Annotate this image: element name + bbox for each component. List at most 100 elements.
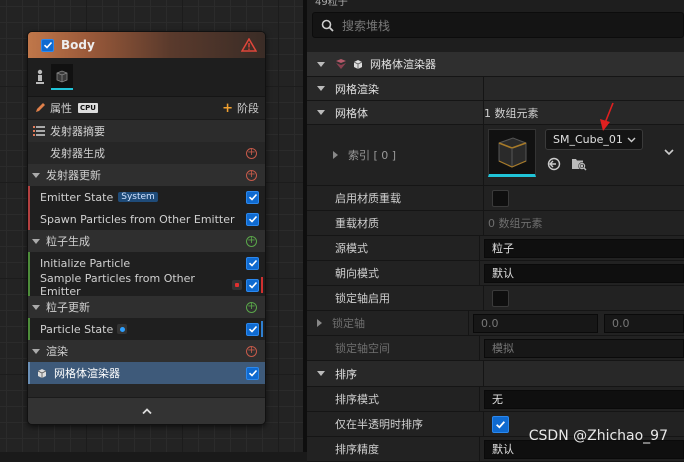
renderer-icon: [336, 59, 346, 69]
expand-icon[interactable]: [317, 319, 322, 327]
collapse-icon[interactable]: [32, 348, 40, 354]
emitter-enabled-checkbox[interactable]: [41, 38, 54, 52]
dropdown-value: 默认: [492, 443, 514, 456]
sorting-section[interactable]: 排序: [307, 361, 684, 387]
collapse-icon[interactable]: [317, 371, 325, 376]
emitter-properties-icon[interactable]: [35, 69, 45, 85]
property-label: 启用材质重载: [335, 192, 401, 205]
enable-override-checkbox[interactable]: [492, 189, 509, 207]
system-badge: System: [118, 192, 158, 202]
particle-spawn-label: 粒子生成: [46, 235, 90, 248]
module-emitter-state[interactable]: Emitter State System: [28, 186, 265, 208]
collapse-icon[interactable]: [32, 238, 40, 244]
module-enabled-checkbox[interactable]: [246, 212, 259, 226]
cube-icon: [353, 60, 363, 69]
collapse-icon[interactable]: [317, 61, 325, 67]
list-icon: [33, 126, 45, 136]
emitter-summary-row[interactable]: 发射器摘要: [28, 120, 265, 142]
module-mesh-renderer[interactable]: 网格体渲染器: [28, 362, 265, 384]
browse-asset-icon[interactable]: [571, 157, 587, 171]
properties-row[interactable]: 属性 CPU + 阶段: [28, 97, 265, 120]
add-stage-button[interactable]: + 阶段: [222, 100, 259, 116]
collapse-icon[interactable]: [32, 172, 40, 178]
meshes-array-row[interactable]: 网格体 1 数组元素: [307, 101, 684, 125]
particle-update-row[interactable]: 粒子更新 +: [28, 296, 265, 318]
check-icon: [248, 259, 257, 267]
use-selected-icon[interactable]: [547, 157, 561, 171]
node-title: Body: [61, 38, 95, 52]
locked-axis-space-row: 锁定轴空间 模拟: [307, 336, 684, 361]
source-mode-row[interactable]: 源模式 粒子: [307, 236, 684, 261]
field-value: 0.0: [481, 316, 499, 330]
cube-icon: [498, 137, 527, 168]
particle-spawn-row[interactable]: 粒子生成 +: [28, 230, 265, 252]
render-row[interactable]: 渲染 +: [28, 340, 265, 362]
section-label: 排序: [335, 367, 357, 381]
dropdown-value: 默认: [492, 267, 514, 280]
locked-axis-enable-row[interactable]: 锁定轴启用: [307, 286, 684, 311]
node-thumbnails: [28, 58, 265, 97]
add-module-icon[interactable]: +: [246, 147, 257, 159]
mesh-asset-thumbnail[interactable]: [488, 129, 536, 177]
node-header[interactable]: Body: [28, 32, 265, 58]
collapse-icon[interactable]: [317, 86, 325, 91]
emitter-spawn-label: 发射器生成: [50, 147, 105, 160]
module-enabled-checkbox[interactable]: [246, 322, 259, 336]
pencil-icon: [36, 103, 45, 112]
module-spawn-from-emitter[interactable]: Spawn Particles from Other Emitter: [28, 208, 265, 230]
locked-axis-enable-checkbox[interactable]: [492, 289, 509, 307]
override-materials-row[interactable]: 重载材质 0 数组元素: [307, 211, 684, 236]
add-module-icon[interactable]: +: [246, 235, 257, 247]
cube-icon: [37, 369, 47, 378]
search-input[interactable]: 搜索堆栈: [312, 12, 684, 38]
property-label: 源模式: [335, 242, 368, 255]
warning-icon[interactable]: [241, 38, 257, 52]
mesh-thumbnail[interactable]: [51, 64, 73, 90]
emitter-spawn-row[interactable]: 发射器生成 +: [28, 142, 265, 164]
module-initialize-particle[interactable]: Initialize Particle: [28, 252, 265, 274]
module-sample-particles[interactable]: Sample Particles from Other Emitter: [28, 272, 265, 298]
check-icon: [248, 215, 257, 223]
check-icon: [248, 325, 257, 333]
renderer-category[interactable]: 网格体渲染器: [307, 52, 684, 77]
add-module-icon[interactable]: +: [246, 169, 257, 181]
sort-translucent-checkbox[interactable]: [492, 415, 509, 433]
module-particle-state[interactable]: Particle State: [28, 318, 265, 340]
check-icon: [248, 193, 257, 201]
field-value: 0.0: [612, 316, 630, 330]
chevron-down-icon: [627, 137, 636, 142]
mesh-render-section[interactable]: 网格渲染: [307, 77, 684, 101]
facing-mode-dropdown[interactable]: 默认: [484, 263, 684, 283]
sort-mode-row[interactable]: 排序模式 无: [307, 387, 684, 412]
module-enabled-checkbox[interactable]: [246, 278, 259, 292]
emitter-update-row[interactable]: 发射器更新 +: [28, 164, 265, 186]
collapse-node-button[interactable]: [28, 397, 265, 424]
dropdown-value: 粒子: [492, 242, 514, 255]
error-bar: [261, 277, 263, 293]
mesh-asset-dropdown[interactable]: SM_Cube_01: [545, 129, 643, 150]
collapse-icon[interactable]: [32, 304, 40, 310]
mesh-index-row[interactable]: 索引 [ 0 ] SM_Cube_01: [307, 102, 684, 186]
sort-mode-dropdown[interactable]: 无: [484, 389, 684, 409]
enable-material-override-row[interactable]: 启用材质重载: [307, 186, 684, 211]
module-enabled-checkbox[interactable]: [246, 190, 259, 204]
source-mode-dropdown[interactable]: 粒子: [484, 238, 684, 258]
module-enabled-checkbox[interactable]: [246, 366, 259, 380]
property-label: 排序模式: [335, 393, 379, 406]
expand-icon[interactable]: [333, 151, 338, 159]
collapse-icon[interactable]: [317, 110, 325, 115]
facing-mode-row[interactable]: 朝向模式 默认: [307, 261, 684, 286]
cpu-badge: CPU: [78, 103, 98, 113]
particle-update-label: 粒子更新: [46, 301, 90, 314]
add-module-icon[interactable]: +: [246, 345, 257, 357]
emitter-node[interactable]: Body 属性 CPU + 阶段 发射器摘要 发射器生成 + 发射器更新 + E…: [27, 31, 266, 425]
add-module-icon[interactable]: +: [246, 301, 257, 313]
check-icon: [43, 41, 52, 49]
info-bar: [261, 321, 263, 337]
module-enabled-checkbox[interactable]: [246, 256, 259, 270]
chevron-down-icon[interactable]: [664, 149, 674, 156]
check-icon: [248, 369, 257, 377]
properties-label: 属性: [50, 102, 72, 115]
emitter-update-label: 发射器更新: [46, 169, 101, 182]
record-icon: [232, 280, 242, 290]
